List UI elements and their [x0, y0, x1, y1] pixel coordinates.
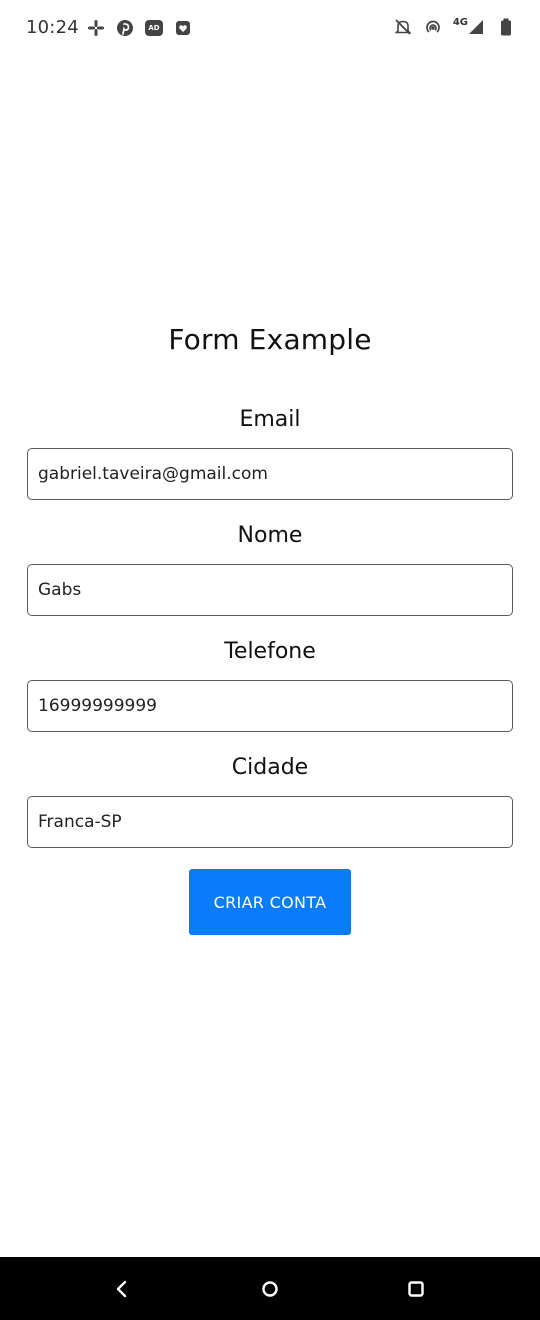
status-bar: 10:24 AD 4G: [0, 0, 540, 58]
network-type: 4G: [452, 16, 468, 28]
system-icons: 4G: [393, 17, 516, 37]
page-title: Form Example: [168, 323, 372, 356]
heart-box-icon: [176, 21, 190, 35]
email-label: Email: [239, 407, 301, 432]
create-account-button[interactable]: CRIAR CONTA: [189, 869, 351, 935]
status-time: 10:24: [26, 17, 79, 38]
battery-icon: [501, 18, 511, 36]
recents-button[interactable]: [376, 1257, 456, 1320]
name-label: Nome: [237, 523, 303, 548]
svg-text:AD: AD: [148, 24, 159, 32]
phone-field[interactable]: [27, 680, 513, 732]
navigation-bar: [0, 1257, 540, 1320]
name-field[interactable]: [27, 564, 513, 616]
notification-icons: AD: [86, 18, 193, 38]
home-icon: [262, 1280, 278, 1297]
email-field[interactable]: [27, 448, 513, 500]
hotspot-icon: [426, 20, 440, 33]
ad-icon: AD: [145, 20, 163, 36]
home-button[interactable]: [230, 1257, 310, 1320]
signal-icon: [469, 20, 483, 34]
pinterest-icon: [117, 20, 133, 36]
bell-off-icon: [394, 19, 412, 35]
recents-icon: [408, 1280, 424, 1297]
back-icon: [116, 1280, 127, 1297]
slack-icon: [88, 20, 104, 36]
city-label: Cidade: [231, 755, 309, 780]
back-button[interactable]: [82, 1257, 162, 1320]
city-field[interactable]: [27, 796, 513, 848]
phone-label: Telefone: [224, 639, 316, 664]
